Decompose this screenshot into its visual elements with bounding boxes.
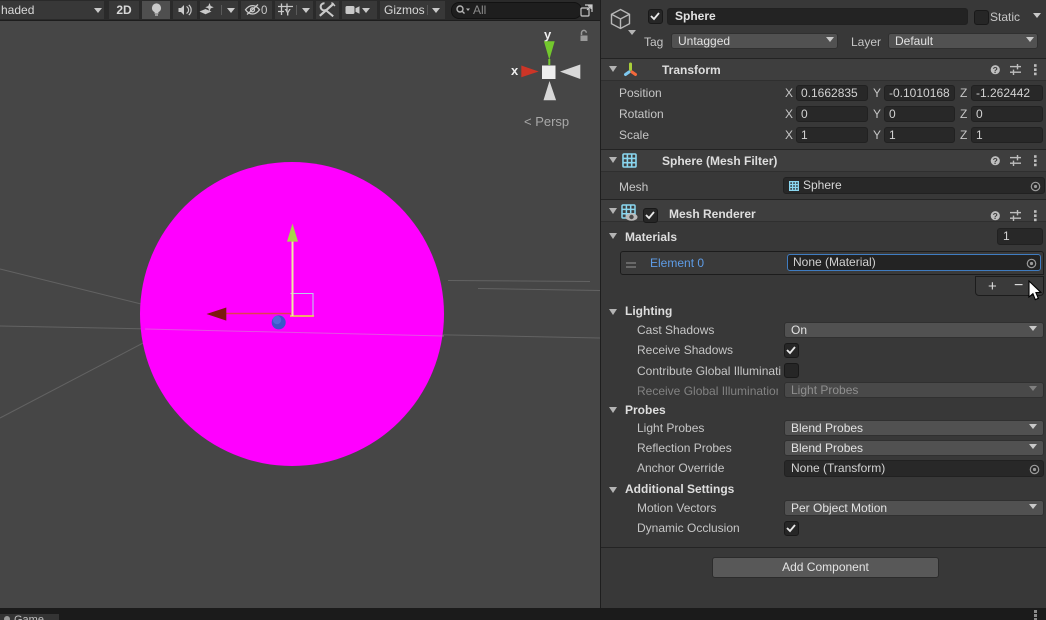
- svg-text:< Persp: < Persp: [524, 114, 569, 129]
- svg-text:Y: Y: [285, 8, 292, 19]
- svg-text:?: ?: [993, 156, 998, 166]
- svg-text:?: ?: [993, 65, 998, 75]
- svg-text:?: ?: [993, 211, 998, 221]
- svg-text:x: x: [511, 63, 519, 78]
- svg-text:y: y: [544, 27, 552, 42]
- svg-text:0: 0: [261, 5, 267, 17]
